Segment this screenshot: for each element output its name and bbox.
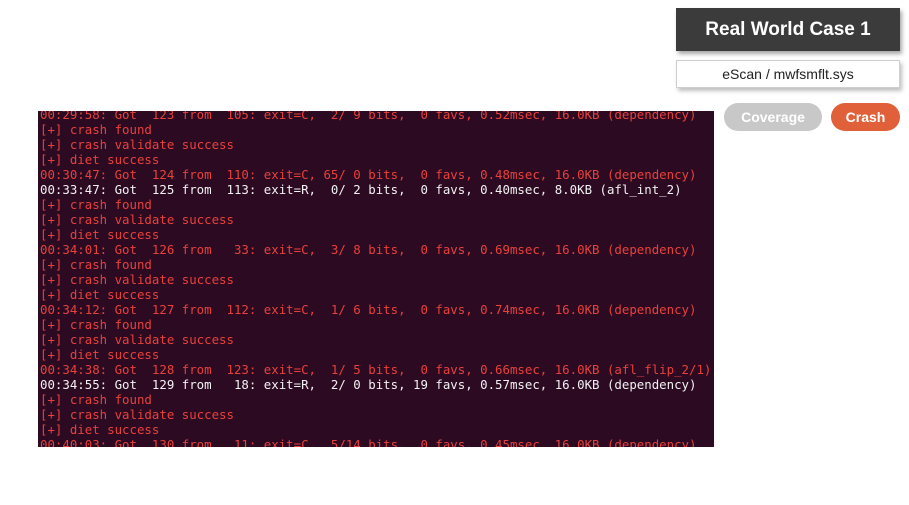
terminal-line: [+] crash found [40,257,152,272]
terminal-line: 00:40:03: Got 130 from 11: exit=C, 5/14 … [40,437,697,447]
terminal-line: [+] crash validate success [40,407,234,422]
terminal-line: [+] crash validate success [40,137,234,152]
terminal-line: [+] diet success [40,287,160,302]
terminal-line: [+] crash found [40,197,152,212]
terminal-line: [+] crash validate success [40,212,234,227]
terminal-line: 00:30:47: Got 124 from 110: exit=C, 65/ … [40,167,697,182]
terminal-line: [+] crash found [40,122,152,137]
terminal-line: [+] diet success [40,152,160,167]
slide-subtitle: eScan / mwfsmflt.sys [676,60,900,88]
coverage-tab-button[interactable]: Coverage [724,103,822,131]
terminal-line: [+] crash validate success [40,332,234,347]
terminal-line: 00:29:58: Got 123 from 105: exit=C, 2/ 9… [40,111,697,122]
terminal-line: [+] crash validate success [40,272,234,287]
crash-tab-button[interactable]: Crash [831,103,900,131]
terminal-line: [+] crash found [40,317,152,332]
slide-title: Real World Case 1 [676,8,900,51]
terminal-line: [+] diet success [40,347,160,362]
terminal-line: [+] diet success [40,422,160,437]
terminal-window: 00:29:58: Got 123 from 105: exit=C, 2/ 9… [38,111,714,447]
terminal-line: [+] diet success [40,227,160,242]
terminal-line: 00:34:01: Got 126 from 33: exit=C, 3/ 8 … [40,242,697,257]
terminal-line: 00:33:47: Got 125 from 113: exit=R, 0/ 2… [40,182,682,197]
terminal-line: 00:34:12: Got 127 from 112: exit=C, 1/ 6… [40,302,697,317]
terminal-line: 00:34:55: Got 129 from 18: exit=R, 2/ 0 … [40,377,697,392]
terminal-line: 00:34:38: Got 128 from 123: exit=C, 1/ 5… [40,362,712,377]
terminal-line: [+] crash found [40,392,152,407]
